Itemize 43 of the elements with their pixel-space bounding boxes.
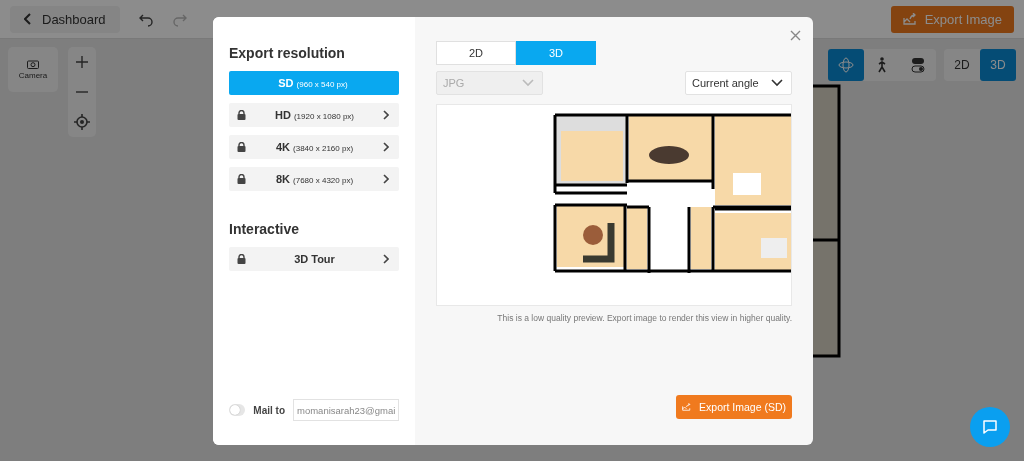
lock-icon bbox=[237, 142, 246, 152]
crosshair-icon bbox=[74, 114, 90, 130]
chevron-icon bbox=[383, 142, 389, 152]
mail-label: Mail to bbox=[253, 404, 285, 416]
email-field[interactable]: momanisarah23@gmai bbox=[293, 399, 399, 421]
resolution-option[interactable]: 3D Tour bbox=[229, 247, 399, 271]
resolution-option[interactable]: HD (1920 x 1080 px) bbox=[229, 103, 399, 127]
section-heading: Interactive bbox=[229, 221, 301, 237]
back-icon bbox=[24, 13, 32, 25]
switches-icon bbox=[911, 57, 925, 73]
preview-note: This is a low quality preview. Export image to render this view in higher quality. bbox=[496, 313, 792, 323]
resolution-option[interactable]: 8K (7680 x 4320 px) bbox=[229, 167, 399, 191]
lock-icon bbox=[237, 110, 246, 120]
section-heading: Export resolution bbox=[229, 45, 346, 61]
chevron-icon bbox=[383, 254, 389, 264]
lock-icon bbox=[237, 254, 246, 264]
chat-button[interactable] bbox=[970, 407, 1010, 447]
camera-icon bbox=[27, 59, 39, 69]
view-tab[interactable]: 3D bbox=[980, 49, 1016, 81]
close-icon bbox=[790, 30, 801, 41]
camera-button[interactable]: Camera bbox=[8, 47, 58, 92]
plus-icon bbox=[76, 56, 88, 68]
lock-icon bbox=[237, 174, 246, 184]
export-image-button[interactable]: Export Image (SD) bbox=[676, 395, 792, 419]
view-tab[interactable]: 2D bbox=[436, 41, 516, 65]
view-mode-button[interactable] bbox=[828, 49, 864, 81]
caret-icon bbox=[522, 79, 534, 87]
mail-toggle[interactable] bbox=[229, 404, 246, 416]
angle-dropdown[interactable]: Current angle bbox=[685, 71, 792, 95]
view-tab[interactable]: 3D bbox=[516, 41, 596, 65]
view-tab[interactable]: 2D bbox=[944, 49, 980, 81]
orbit-icon bbox=[838, 57, 854, 73]
resolution-option[interactable]: 4K (3840 x 2160 px) bbox=[229, 135, 399, 159]
walking-person-icon bbox=[877, 57, 887, 73]
chat-icon bbox=[982, 419, 998, 435]
chevron-icon bbox=[383, 174, 389, 184]
back-button[interactable]: Dashboard bbox=[10, 5, 120, 33]
chevron-icon bbox=[383, 110, 389, 120]
minus-icon bbox=[76, 91, 88, 93]
export-image-icon bbox=[902, 13, 917, 25]
export-image-icon bbox=[682, 401, 692, 413]
resolution-option[interactable]: SD (960 x 540 px) bbox=[229, 71, 399, 95]
caret-icon bbox=[771, 79, 783, 87]
